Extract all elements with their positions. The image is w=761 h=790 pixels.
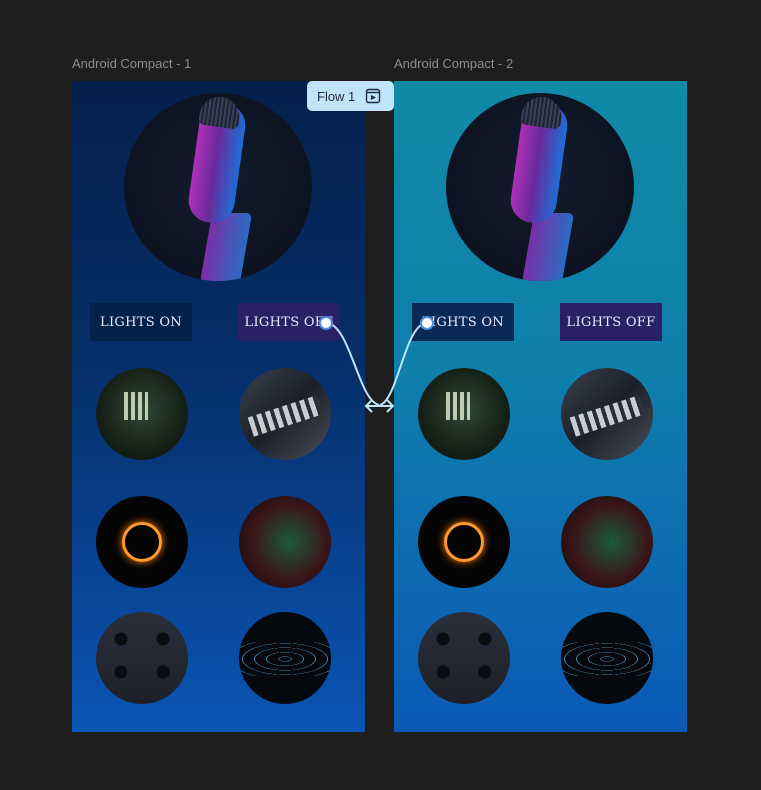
frame-android-compact-2[interactable]: LIGHTS ON LIGHTS OFF [394,81,687,732]
knobs-image [418,612,510,704]
house-lights-image [418,368,510,460]
particles-image [239,496,331,588]
flow-label: Flow 1 [317,88,356,104]
console-image [561,368,653,460]
mic-stand [521,213,575,281]
lights-on-button[interactable]: LIGHTS ON [90,303,192,341]
flow-badge[interactable]: Flow 1 [307,81,394,111]
light-ring-image [418,496,510,588]
mic-grill [520,94,564,130]
console-image [239,368,331,460]
microphone-image [124,93,312,281]
light-ring-image [96,496,188,588]
frame-android-compact-1[interactable]: LIGHTS ON LIGHTS OFF [72,81,365,732]
bidirectional-arrow-icon [364,399,395,413]
mic-stand [199,213,253,281]
frame-label-2[interactable]: Android Compact - 2 [394,56,513,71]
flow-start-icon[interactable] [365,88,381,104]
lights-off-button[interactable]: LIGHTS OFF [238,303,340,341]
house-lights-image [96,368,188,460]
lights-off-button[interactable]: LIGHTS OFF [560,303,662,341]
lights-on-button[interactable]: LIGHTS ON [412,303,514,341]
microphone-image [446,93,634,281]
wave-image [561,612,653,704]
knobs-image [96,612,188,704]
particles-image [561,496,653,588]
frame-label-1[interactable]: Android Compact - 1 [72,56,191,71]
mic-grill [198,94,242,130]
wave-image [239,612,331,704]
